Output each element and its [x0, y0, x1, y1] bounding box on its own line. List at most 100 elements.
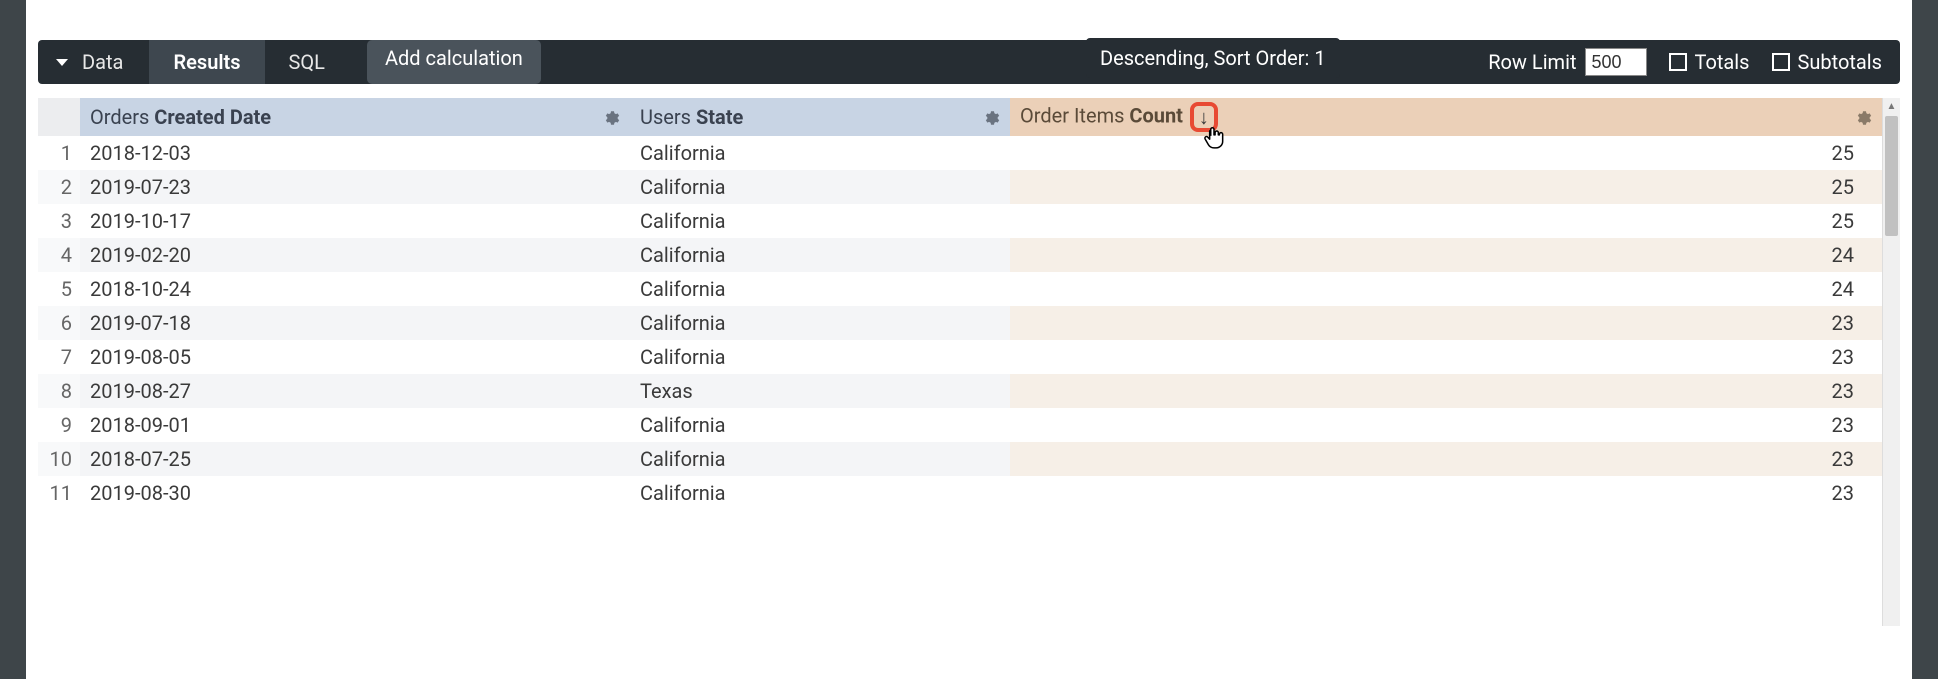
- header-order-items-count-prefix: Order Items: [1020, 103, 1129, 127]
- cell-users-state[interactable]: California: [630, 238, 1010, 272]
- tab-data[interactable]: Data: [38, 40, 149, 84]
- table-row[interactable]: 72019-08-05California23: [38, 340, 1882, 374]
- row-limit-group: Row Limit: [1488, 48, 1646, 76]
- cell-users-state[interactable]: California: [630, 476, 1010, 510]
- results-table: Orders Created Date Users State: [38, 98, 1882, 510]
- row-number: 9: [38, 408, 80, 442]
- table-row[interactable]: 82019-08-27Texas23: [38, 374, 1882, 408]
- vertical-scrollbar[interactable]: ▲: [1882, 98, 1900, 626]
- cell-created-date[interactable]: 2019-10-17: [80, 204, 630, 238]
- header-rownum: [38, 98, 80, 136]
- cell-created-date[interactable]: 2018-12-03: [80, 136, 630, 170]
- cell-order-items-count[interactable]: 24: [1010, 238, 1882, 272]
- subtotals-checkbox[interactable]: [1772, 53, 1790, 71]
- cell-created-date[interactable]: 2019-07-23: [80, 170, 630, 204]
- add-calculation-button[interactable]: Add calculation: [367, 40, 541, 84]
- cell-created-date[interactable]: 2018-07-25: [80, 442, 630, 476]
- header-created-date-field: Created Date: [154, 105, 271, 129]
- tab-results-label: Results: [173, 50, 240, 74]
- row-number: 2: [38, 170, 80, 204]
- row-number: 4: [38, 238, 80, 272]
- header-order-items-count-field: Count: [1129, 103, 1183, 127]
- tab-sql-label: SQL: [289, 50, 325, 74]
- header-order-items-count[interactable]: Order Items Count ↓: [1010, 98, 1882, 136]
- header-row: Orders Created Date Users State: [38, 98, 1882, 136]
- arrow-down-icon: ↓: [1199, 105, 1209, 130]
- subtotals-label: Subtotals: [1798, 50, 1883, 74]
- table-row[interactable]: 32019-10-17California25: [38, 204, 1882, 238]
- cell-order-items-count[interactable]: 23: [1010, 442, 1882, 476]
- row-limit-input[interactable]: [1585, 48, 1647, 76]
- cell-users-state[interactable]: California: [630, 442, 1010, 476]
- grid-scroll: Orders Created Date Users State: [38, 98, 1882, 626]
- gear-icon[interactable]: [602, 108, 620, 126]
- table-row[interactable]: 42019-02-20California24: [38, 238, 1882, 272]
- totals-checkbox-group[interactable]: Totals: [1669, 50, 1750, 74]
- cell-order-items-count[interactable]: 23: [1010, 306, 1882, 340]
- cell-users-state[interactable]: California: [630, 136, 1010, 170]
- table-row[interactable]: 52018-10-24California24: [38, 272, 1882, 306]
- sort-indicator[interactable]: ↓: [1190, 102, 1218, 132]
- header-users-state-prefix: Users: [640, 105, 696, 129]
- subtotals-checkbox-group[interactable]: Subtotals: [1772, 50, 1883, 74]
- header-created-date-prefix: Orders: [90, 105, 154, 129]
- row-number: 6: [38, 306, 80, 340]
- add-calculation-label: Add calculation: [385, 46, 523, 70]
- tab-results[interactable]: Results: [149, 40, 264, 84]
- row-number: 3: [38, 204, 80, 238]
- header-users-state-field: State: [696, 105, 743, 129]
- gear-icon[interactable]: [982, 108, 1000, 126]
- cell-users-state[interactable]: California: [630, 170, 1010, 204]
- totals-checkbox[interactable]: [1669, 53, 1687, 71]
- row-number: 8: [38, 374, 80, 408]
- header-users-state[interactable]: Users State: [630, 98, 1010, 136]
- cell-created-date[interactable]: 2019-07-18: [80, 306, 630, 340]
- table-row[interactable]: 62019-07-18California23: [38, 306, 1882, 340]
- cell-created-date[interactable]: 2019-02-20: [80, 238, 630, 272]
- app-frame: Data Results SQL Add calculation Row Lim…: [26, 0, 1912, 679]
- cell-users-state[interactable]: California: [630, 306, 1010, 340]
- cell-users-state[interactable]: California: [630, 204, 1010, 238]
- toolbar-left: Data Results SQL Add calculation: [38, 40, 541, 84]
- cell-created-date[interactable]: 2019-08-05: [80, 340, 630, 374]
- cell-users-state[interactable]: California: [630, 408, 1010, 442]
- totals-label: Totals: [1695, 50, 1750, 74]
- cell-order-items-count[interactable]: 23: [1010, 340, 1882, 374]
- cell-users-state[interactable]: California: [630, 272, 1010, 306]
- caret-down-icon: [56, 59, 68, 66]
- row-number: 5: [38, 272, 80, 306]
- cell-users-state[interactable]: California: [630, 340, 1010, 374]
- toolbar-right: Row Limit Totals Subtotals: [1488, 48, 1900, 76]
- toolbar: Data Results SQL Add calculation Row Lim…: [38, 40, 1900, 84]
- row-number: 1: [38, 136, 80, 170]
- cell-order-items-count[interactable]: 25: [1010, 204, 1882, 238]
- cell-created-date[interactable]: 2019-08-27: [80, 374, 630, 408]
- cell-created-date[interactable]: 2018-10-24: [80, 272, 630, 306]
- table-row[interactable]: 22019-07-23California25: [38, 170, 1882, 204]
- cell-created-date[interactable]: 2018-09-01: [80, 408, 630, 442]
- table-row[interactable]: 12018-12-03California25: [38, 136, 1882, 170]
- scroll-up-arrow-icon[interactable]: ▲: [1883, 98, 1900, 114]
- table-row[interactable]: 92018-09-01California23: [38, 408, 1882, 442]
- cell-order-items-count[interactable]: 25: [1010, 170, 1882, 204]
- row-limit-label: Row Limit: [1488, 50, 1576, 74]
- table-row[interactable]: 102018-07-25California23: [38, 442, 1882, 476]
- row-number: 7: [38, 340, 80, 374]
- sort-tooltip: Descending, Sort Order: 1: [1086, 38, 1340, 78]
- cell-created-date[interactable]: 2019-08-30: [80, 476, 630, 510]
- tab-sql[interactable]: SQL: [265, 40, 349, 84]
- table-row[interactable]: 112019-08-30California23: [38, 476, 1882, 510]
- cell-order-items-count[interactable]: 25: [1010, 136, 1882, 170]
- cell-order-items-count[interactable]: 24: [1010, 272, 1882, 306]
- cell-order-items-count[interactable]: 23: [1010, 408, 1882, 442]
- grid-wrap: Orders Created Date Users State: [38, 98, 1900, 626]
- gear-icon[interactable]: [1854, 108, 1872, 126]
- grid-body: 12018-12-03California2522019-07-23Califo…: [38, 136, 1882, 510]
- header-created-date[interactable]: Orders Created Date: [80, 98, 630, 136]
- tab-data-label: Data: [82, 50, 123, 74]
- cell-order-items-count[interactable]: 23: [1010, 476, 1882, 510]
- cell-order-items-count[interactable]: 23: [1010, 374, 1882, 408]
- scrollbar-thumb[interactable]: [1885, 116, 1898, 236]
- cell-users-state[interactable]: Texas: [630, 374, 1010, 408]
- row-number: 11: [38, 476, 80, 510]
